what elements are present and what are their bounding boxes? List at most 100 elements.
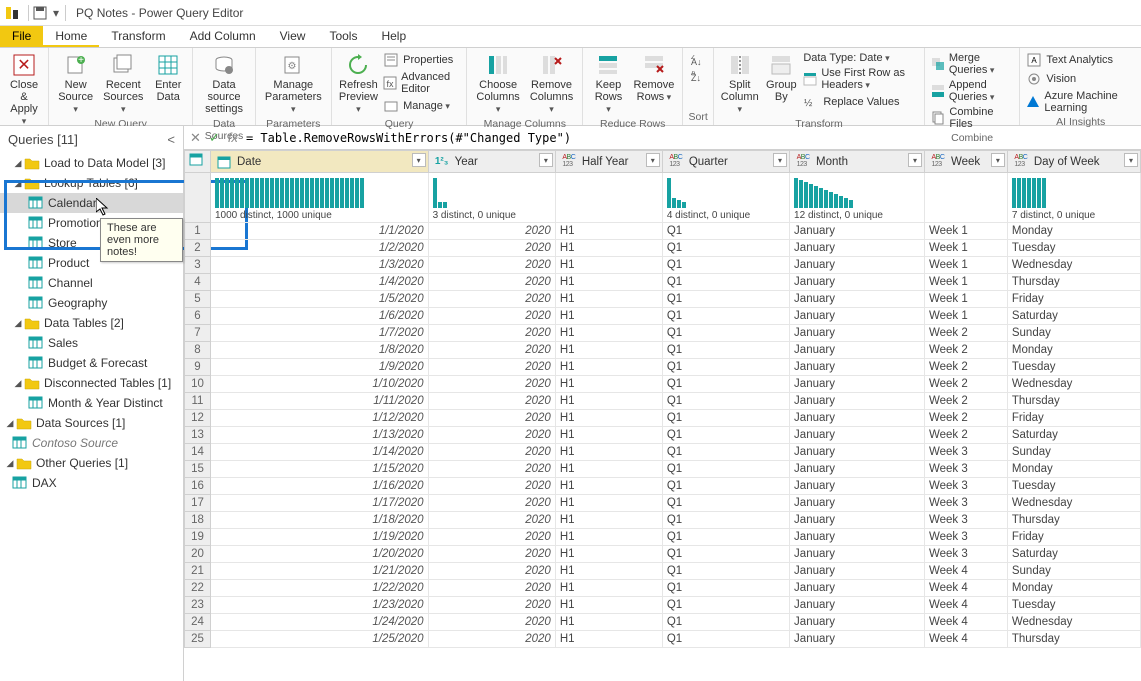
row-number[interactable]: 22: [185, 580, 211, 597]
cell[interactable]: 1/8/2020: [211, 342, 429, 359]
row-number[interactable]: 5: [185, 291, 211, 308]
cell[interactable]: January: [790, 614, 925, 631]
sort-asc-icon[interactable]: A↓Z: [689, 55, 707, 69]
row-number[interactable]: 18: [185, 512, 211, 529]
cell[interactable]: 2020: [428, 427, 555, 444]
text-analytics-button[interactable]: AText Analytics: [1026, 51, 1135, 69]
cell[interactable]: Week 1: [924, 240, 1007, 257]
row-number[interactable]: 6: [185, 308, 211, 325]
row-number[interactable]: 1: [185, 223, 211, 240]
cell[interactable]: 2020: [428, 342, 555, 359]
cell[interactable]: January: [790, 257, 925, 274]
cell[interactable]: Q1: [662, 614, 789, 631]
row-number[interactable]: 8: [185, 342, 211, 359]
filter-dropdown-icon[interactable]: ▾: [773, 153, 787, 167]
cell[interactable]: January: [790, 274, 925, 291]
cell[interactable]: Saturday: [1007, 427, 1140, 444]
cell[interactable]: Week 3: [924, 546, 1007, 563]
row-number[interactable]: 12: [185, 410, 211, 427]
formula-input[interactable]: [246, 131, 1135, 145]
merge-queries-button[interactable]: Merge Queries: [931, 51, 1014, 77]
cell[interactable]: Wednesday: [1007, 257, 1140, 274]
advanced-editor-button[interactable]: fxAdvanced Editor: [383, 70, 460, 96]
cell[interactable]: 2020: [428, 393, 555, 410]
cell[interactable]: 1/5/2020: [211, 291, 429, 308]
cell[interactable]: January: [790, 631, 925, 648]
column-header-date[interactable]: Date▾: [211, 151, 429, 173]
cell[interactable]: Wednesday: [1007, 614, 1140, 631]
cell[interactable]: 1/21/2020: [211, 563, 429, 580]
cell[interactable]: 2020: [428, 597, 555, 614]
cell[interactable]: 1/10/2020: [211, 376, 429, 393]
cell[interactable]: Saturday: [1007, 546, 1140, 563]
cell[interactable]: January: [790, 461, 925, 478]
cell[interactable]: Monday: [1007, 461, 1140, 478]
cell[interactable]: Q1: [662, 308, 789, 325]
cell[interactable]: H1: [555, 495, 662, 512]
data-type-button[interactable]: Data Type: Date: [803, 51, 918, 65]
filter-dropdown-icon[interactable]: ▾: [991, 153, 1005, 167]
cell[interactable]: 2020: [428, 240, 555, 257]
row-number[interactable]: 24: [185, 614, 211, 631]
cell[interactable]: Week 4: [924, 631, 1007, 648]
cell[interactable]: Week 2: [924, 325, 1007, 342]
cell[interactable]: H1: [555, 478, 662, 495]
cell[interactable]: H1: [555, 512, 662, 529]
cell[interactable]: H1: [555, 325, 662, 342]
cell[interactable]: H1: [555, 240, 662, 257]
cell[interactable]: Friday: [1007, 529, 1140, 546]
recent-sources-button[interactable]: RecentSources: [100, 51, 146, 117]
new-source-button[interactable]: +NewSource: [55, 51, 96, 117]
cell[interactable]: 2020: [428, 461, 555, 478]
cell[interactable]: Q1: [662, 393, 789, 410]
cell[interactable]: 1/16/2020: [211, 478, 429, 495]
cell[interactable]: 2020: [428, 257, 555, 274]
cell[interactable]: Week 2: [924, 359, 1007, 376]
query-myd[interactable]: Month & Year Distinct: [0, 393, 183, 413]
cell[interactable]: Sunday: [1007, 563, 1140, 580]
query-g1[interactable]: ◢Load to Data Model [3]: [0, 153, 183, 173]
cell[interactable]: Q1: [662, 240, 789, 257]
cell[interactable]: H1: [555, 342, 662, 359]
cell[interactable]: Q1: [662, 325, 789, 342]
cell[interactable]: 2020: [428, 495, 555, 512]
query-g6[interactable]: ◢Other Queries [1]: [0, 453, 183, 473]
cell[interactable]: H1: [555, 563, 662, 580]
cell[interactable]: Week 4: [924, 563, 1007, 580]
cell[interactable]: 2020: [428, 325, 555, 342]
cell[interactable]: Thursday: [1007, 274, 1140, 291]
cell[interactable]: Week 2: [924, 376, 1007, 393]
cell[interactable]: Week 3: [924, 461, 1007, 478]
filter-dropdown-icon[interactable]: ▾: [1124, 153, 1138, 167]
cell[interactable]: Week 1: [924, 257, 1007, 274]
query-contoso[interactable]: Contoso Source: [0, 433, 183, 453]
tab-add-column[interactable]: Add Column: [178, 26, 268, 47]
cell[interactable]: January: [790, 495, 925, 512]
cell[interactable]: Week 1: [924, 274, 1007, 291]
filter-dropdown-icon[interactable]: ▾: [646, 153, 660, 167]
cell[interactable]: Week 3: [924, 495, 1007, 512]
cell[interactable]: Friday: [1007, 410, 1140, 427]
cell[interactable]: 1/4/2020: [211, 274, 429, 291]
cell[interactable]: H1: [555, 461, 662, 478]
cell[interactable]: 1/12/2020: [211, 410, 429, 427]
cell[interactable]: January: [790, 478, 925, 495]
cell[interactable]: Thursday: [1007, 631, 1140, 648]
cell[interactable]: 2020: [428, 529, 555, 546]
cell[interactable]: January: [790, 308, 925, 325]
cell[interactable]: January: [790, 444, 925, 461]
close-apply-button[interactable]: ✕ Close &Apply: [6, 51, 42, 129]
qat-dropdown-icon[interactable]: ▾: [53, 6, 59, 20]
keep-rows-button[interactable]: KeepRows: [589, 51, 627, 117]
cell[interactable]: Week 1: [924, 291, 1007, 308]
row-number[interactable]: 23: [185, 597, 211, 614]
cell[interactable]: January: [790, 546, 925, 563]
first-row-headers-button[interactable]: Use First Row as Headers: [803, 66, 918, 92]
cell[interactable]: Q1: [662, 342, 789, 359]
tab-tools[interactable]: Tools: [317, 26, 369, 47]
cell[interactable]: H1: [555, 580, 662, 597]
tab-view[interactable]: View: [268, 26, 318, 47]
row-number[interactable]: 9: [185, 359, 211, 376]
cell[interactable]: 1/1/2020: [211, 223, 429, 240]
remove-rows-button[interactable]: RemoveRows: [632, 51, 677, 105]
